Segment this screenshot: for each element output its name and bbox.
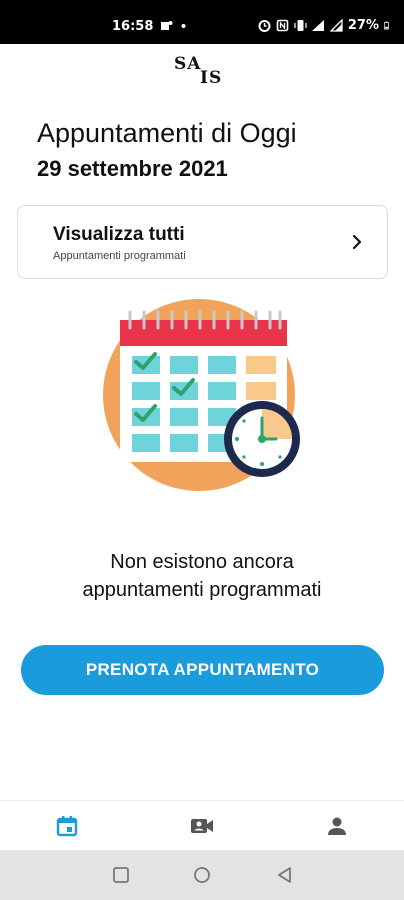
video-icon[interactable] <box>189 813 215 839</box>
view-all-appointments-card[interactable]: Visualizza tutti Appuntamenti programmat… <box>17 205 388 279</box>
app-logo: SA IS <box>174 54 234 94</box>
notification-icons <box>160 19 190 32</box>
status-bar: 16:58 27% <box>0 0 404 44</box>
calendar-clock-illustration <box>103 299 300 491</box>
wifi-icon <box>311 20 324 31</box>
person-icon[interactable] <box>324 813 350 839</box>
chevron-right-icon <box>352 234 362 250</box>
bottom-navigation <box>0 800 404 850</box>
recent-apps-icon[interactable] <box>112 866 130 884</box>
logo-text-top: SA <box>174 54 202 74</box>
nfc-icon <box>276 19 289 32</box>
home-icon[interactable] <box>193 866 211 884</box>
empty-state-line-2: appuntamenti programmati <box>82 579 322 601</box>
card-subtitle: Appuntamenti programmati <box>53 250 186 262</box>
logo-text-bottom: IS <box>200 68 223 88</box>
empty-state-message: Non esistono ancora appuntamenti program… <box>0 548 404 604</box>
status-time: 16:58 <box>112 19 154 34</box>
system-icons: 27% <box>258 18 392 33</box>
vibrate-icon <box>294 20 307 31</box>
battery-percentage: 27% <box>347 18 379 33</box>
alarm-icon <box>258 20 271 32</box>
calendar-icon[interactable] <box>54 813 80 839</box>
battery-icon <box>384 21 389 30</box>
page-title: Appuntamenti di Oggi <box>37 118 297 148</box>
signal-icon <box>329 19 343 32</box>
dot-icon <box>181 24 186 28</box>
book-appointment-button[interactable]: PRENOTA APPUNTAMENTO <box>21 645 384 695</box>
page-date: 29 settembre 2021 <box>37 156 228 181</box>
system-navigation-bar <box>0 850 404 900</box>
empty-state-line-1: Non esistono ancora <box>110 551 294 573</box>
teams-icon <box>161 21 173 30</box>
back-icon[interactable] <box>276 866 294 884</box>
card-title: Visualizza tutti <box>53 224 185 245</box>
